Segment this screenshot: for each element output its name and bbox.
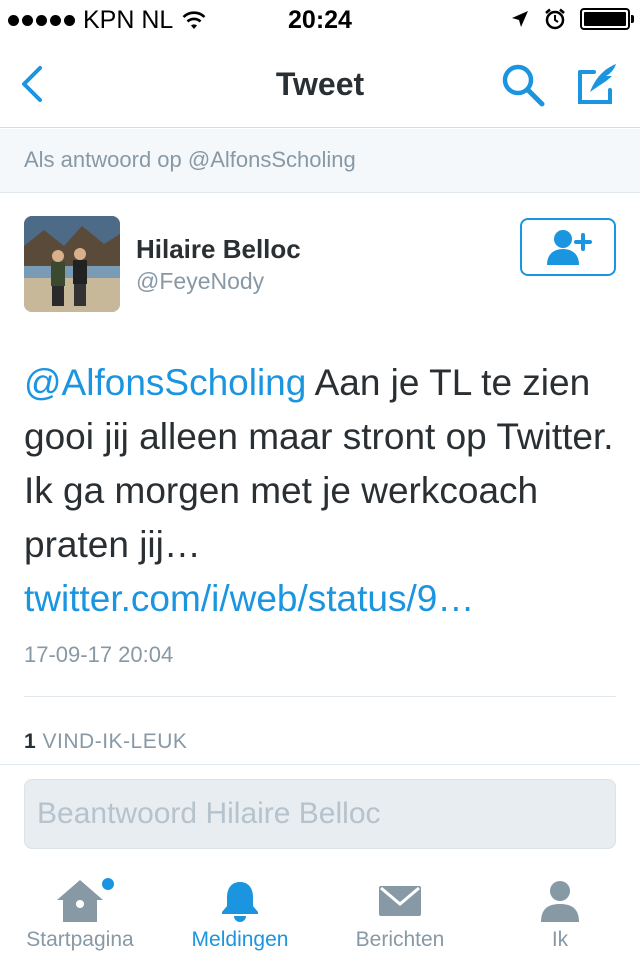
- avatar[interactable]: [24, 216, 120, 312]
- tweet-timestamp: 17-09-17 20:04: [24, 642, 174, 667]
- tab-label: Startpagina: [26, 928, 134, 951]
- navigation-bar: Tweet: [0, 40, 640, 128]
- bell-icon: [222, 882, 258, 922]
- divider: [24, 696, 616, 697]
- tab-messages[interactable]: Berichten: [320, 870, 480, 960]
- person-icon: [541, 881, 579, 922]
- likes-number: 1: [24, 730, 37, 753]
- tab-label: Ik: [551, 928, 569, 951]
- reply-context[interactable]: Als antwoord op @AlfonsScholing: [0, 129, 640, 193]
- add-user-icon: [547, 230, 592, 265]
- alarm-icon: [545, 8, 565, 30]
- status-bar: KPN NL 20:24: [0, 0, 640, 40]
- home-icon: [57, 880, 103, 922]
- likes-label: VIND-IK-LEUK: [36, 730, 188, 753]
- tab-bar: Startpagina Meldingen Berichten Ik: [0, 870, 640, 960]
- tab-me[interactable]: Ik: [480, 870, 640, 960]
- mention-link[interactable]: @AlfonsScholing: [24, 362, 306, 403]
- compose-tweet-icon[interactable]: [572, 62, 622, 108]
- author-handle[interactable]: @FeyeNody: [136, 268, 264, 295]
- tweet-url-link[interactable]: twitter.com/i/web/status/9…: [24, 578, 474, 619]
- battery-icon: [580, 8, 634, 30]
- tweet-text: @AlfonsScholing Aan je TL te zien gooi j…: [24, 356, 624, 626]
- tab-label: Meldingen: [191, 928, 289, 951]
- likes-count[interactable]: 1 VIND-IK-LEUK: [24, 730, 187, 754]
- notification-dot: [102, 878, 114, 890]
- location-arrow-icon: [512, 11, 528, 27]
- reply-composer: [0, 764, 640, 870]
- reply-input[interactable]: [24, 779, 616, 849]
- follow-button[interactable]: [520, 218, 616, 276]
- search-icon[interactable]: [500, 62, 546, 108]
- tab-home[interactable]: Startpagina: [0, 870, 160, 960]
- envelope-icon: [379, 886, 421, 916]
- tab-notifications[interactable]: Meldingen: [160, 870, 320, 960]
- status-right: [510, 8, 634, 30]
- author-name[interactable]: Hilaire Belloc: [136, 234, 301, 265]
- tab-label: Berichten: [355, 928, 445, 951]
